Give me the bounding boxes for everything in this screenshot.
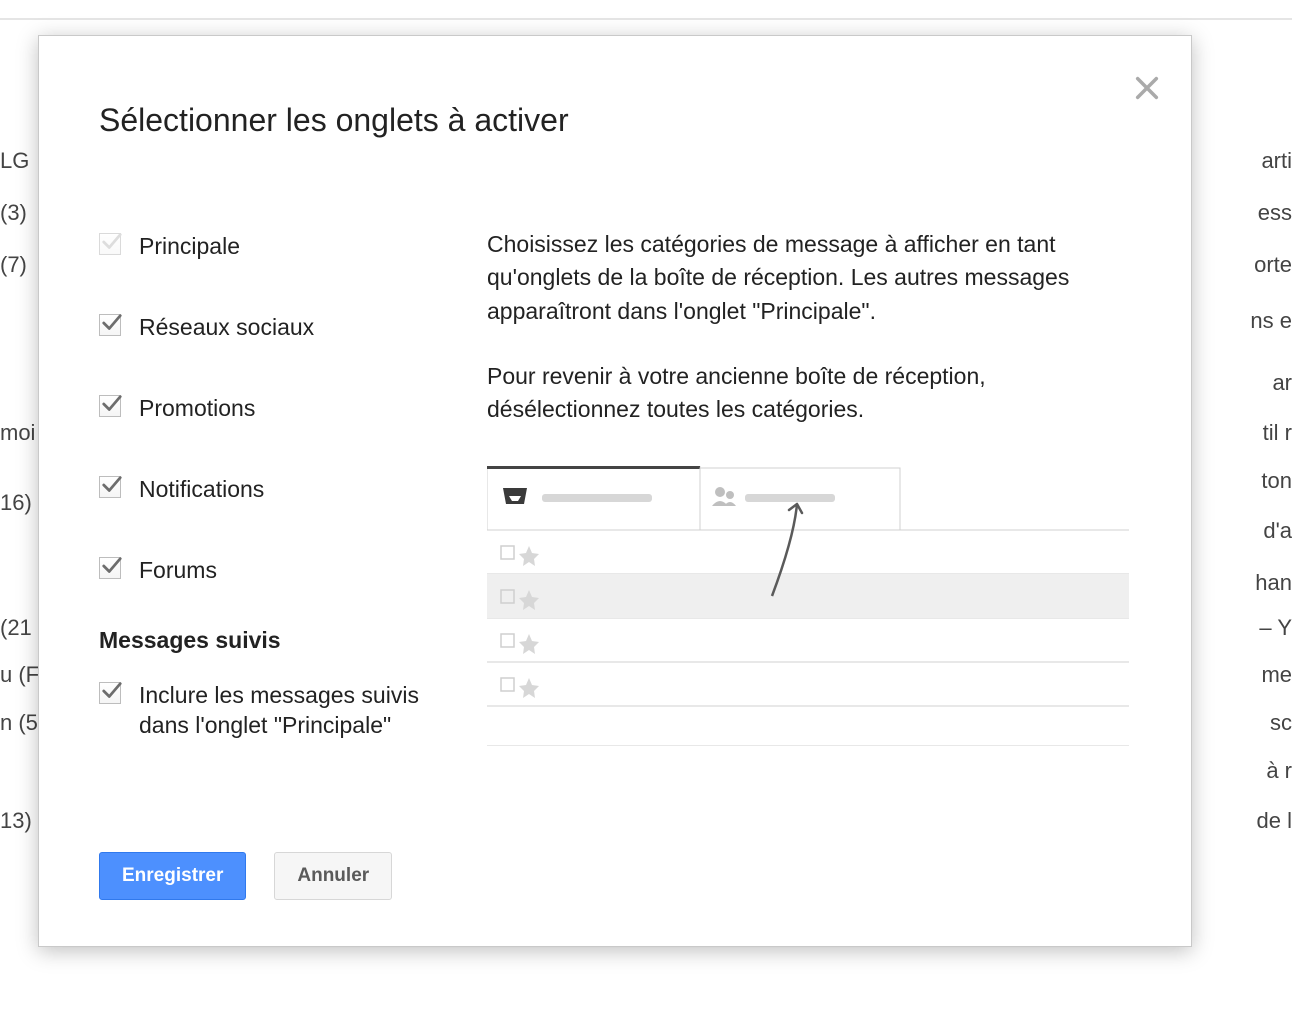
tab-option-label: Promotions	[139, 393, 255, 424]
tab-option-label: Forums	[139, 555, 217, 586]
starred-heading: Messages suivis	[99, 627, 429, 654]
checkbox[interactable]	[99, 557, 121, 579]
tab-option-label: Réseaux sociaux	[139, 312, 314, 343]
bg-left-fragment: n (5	[0, 710, 38, 736]
close-icon[interactable]	[1133, 74, 1161, 102]
tab-option-label: Principale	[139, 231, 240, 262]
bg-left-fragment: (3)	[0, 200, 27, 226]
tab-option-row: Principale	[99, 231, 429, 262]
tab-option-row[interactable]: Réseaux sociaux	[99, 312, 429, 343]
bg-left-fragment: LG	[0, 148, 29, 174]
bg-left-fragment: (21	[0, 615, 32, 641]
bg-right-fragment: à r	[1266, 758, 1292, 784]
bg-right-fragment: arti	[1261, 148, 1292, 174]
bg-left-fragment: (7)	[0, 252, 27, 278]
save-button[interactable]: Enregistrer	[99, 852, 246, 900]
bg-right-fragment: me	[1261, 662, 1292, 688]
bg-right-fragment: ess	[1258, 200, 1292, 226]
tab-options: Principale Réseaux sociaux Promotions Notif…	[99, 231, 429, 741]
tab-option-row[interactable]: Promotions	[99, 393, 429, 424]
tab-option-label: Notifications	[139, 474, 264, 505]
bg-right-fragment: de l	[1257, 808, 1292, 834]
dialog-title: Sélectionner les onglets à activer	[99, 102, 569, 139]
bg-right-fragment: ton	[1261, 468, 1292, 494]
checkbox[interactable]	[99, 395, 121, 417]
checkbox	[99, 233, 121, 255]
bg-right-fragment: ar	[1272, 370, 1292, 396]
dialog-description: Choisissez les catégories de message à a…	[487, 228, 1127, 459]
bg-right-fragment: han	[1255, 570, 1292, 596]
cancel-button[interactable]: Annuler	[274, 852, 392, 900]
bg-left-fragment: moi	[0, 420, 35, 446]
bg-left-fragment: 16)	[0, 490, 32, 516]
description-p1: Choisissez les catégories de message à a…	[487, 228, 1127, 328]
checkbox[interactable]	[99, 314, 121, 336]
tab-option-row[interactable]: Forums	[99, 555, 429, 586]
tabs-illustration	[487, 466, 1129, 746]
starred-option-row[interactable]: Inclure les messages suivis dans l'ongle…	[99, 680, 429, 741]
dialog-footer: Enregistrer Annuler	[99, 852, 392, 900]
bg-right-fragment: d'a	[1263, 518, 1292, 544]
description-p2: Pour revenir à votre ancienne boîte de r…	[487, 360, 1127, 427]
bg-right-fragment: til r	[1263, 420, 1292, 446]
checkbox-starred[interactable]	[99, 682, 121, 704]
starred-option-label: Inclure les messages suivis dans l'ongle…	[139, 680, 419, 741]
tab-option-row[interactable]: Notifications	[99, 474, 429, 505]
bg-right-fragment: ns e	[1250, 308, 1292, 334]
tab-select-dialog: Sélectionner les onglets à activer Princ…	[38, 35, 1192, 947]
bg-right-fragment: orte	[1254, 252, 1292, 278]
bg-left-fragment: 13)	[0, 808, 32, 834]
checkbox[interactable]	[99, 476, 121, 498]
bg-right-fragment: sc	[1270, 710, 1292, 736]
bg-right-fragment: – Y	[1259, 615, 1292, 641]
bg-left-fragment: u (F	[0, 662, 39, 688]
